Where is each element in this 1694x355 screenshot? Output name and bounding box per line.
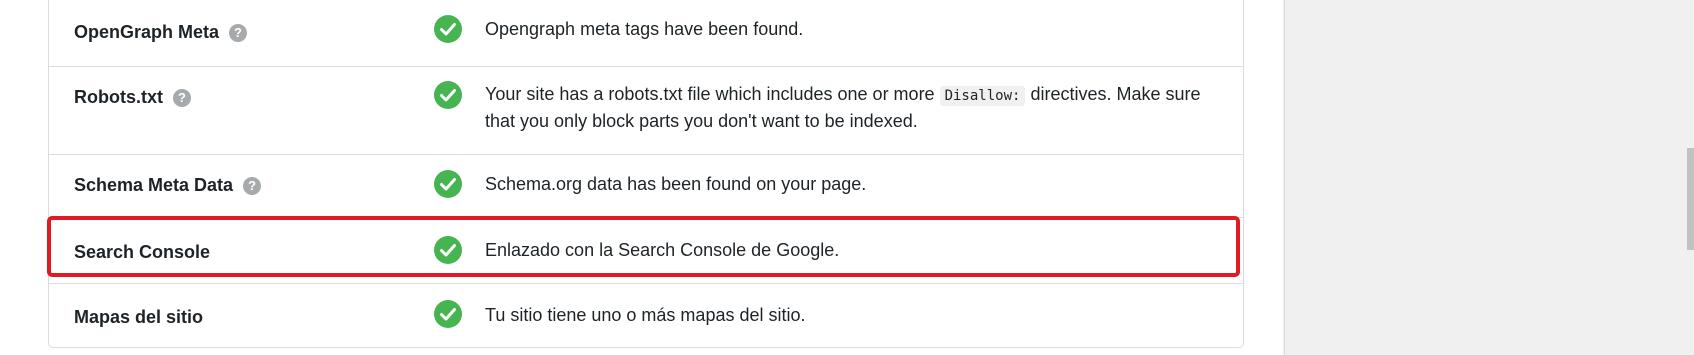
row-description: Opengraph meta tags have been found. bbox=[485, 19, 804, 39]
table-row: Robots.txt ? Your site has a robots.txt … bbox=[49, 67, 1243, 155]
seo-checks-table: OpenGraph Meta ? Opengraph meta tags hav… bbox=[48, 0, 1244, 348]
row-label: Search Console bbox=[74, 242, 211, 262]
row-description: Your site has a robots.txt file which in… bbox=[485, 82, 1225, 134]
row-label: Mapas del sitio bbox=[74, 307, 204, 327]
scrollbar-thumb[interactable] bbox=[1687, 148, 1694, 250]
check-circle-icon bbox=[434, 15, 462, 43]
check-circle-icon bbox=[434, 300, 462, 328]
row-description: Schema.org data has been found on your p… bbox=[485, 174, 867, 194]
help-icon[interactable]: ? bbox=[243, 176, 262, 195]
help-icon[interactable]: ? bbox=[173, 88, 191, 107]
check-circle-icon bbox=[434, 81, 462, 109]
row-label: Robots.txt bbox=[74, 87, 163, 107]
help-icon[interactable]: ? bbox=[229, 23, 248, 42]
row-description: Tu sitio tiene uno o más mapas del sitio… bbox=[485, 305, 806, 325]
row-label: Schema Meta Data bbox=[74, 175, 234, 195]
description-text: Your site has a robots.txt file which in… bbox=[485, 84, 940, 104]
table-row: Search Console Enlazado con la Search Co… bbox=[49, 218, 1243, 284]
right-sidebar-panel bbox=[1284, 0, 1694, 355]
row-description: Enlazado con la Search Console de Google… bbox=[485, 240, 840, 260]
table-row: Mapas del sitio Tu sitio tiene uno o más… bbox=[49, 284, 1243, 347]
check-circle-icon bbox=[434, 236, 462, 264]
table-row: OpenGraph Meta ? Opengraph meta tags hav… bbox=[49, 0, 1243, 67]
check-circle-icon bbox=[434, 170, 462, 198]
table-row: Schema Meta Data ? Schema.org data has b… bbox=[49, 155, 1243, 218]
code-snippet: Disallow: bbox=[939, 86, 1026, 106]
row-label: OpenGraph Meta bbox=[74, 22, 220, 42]
